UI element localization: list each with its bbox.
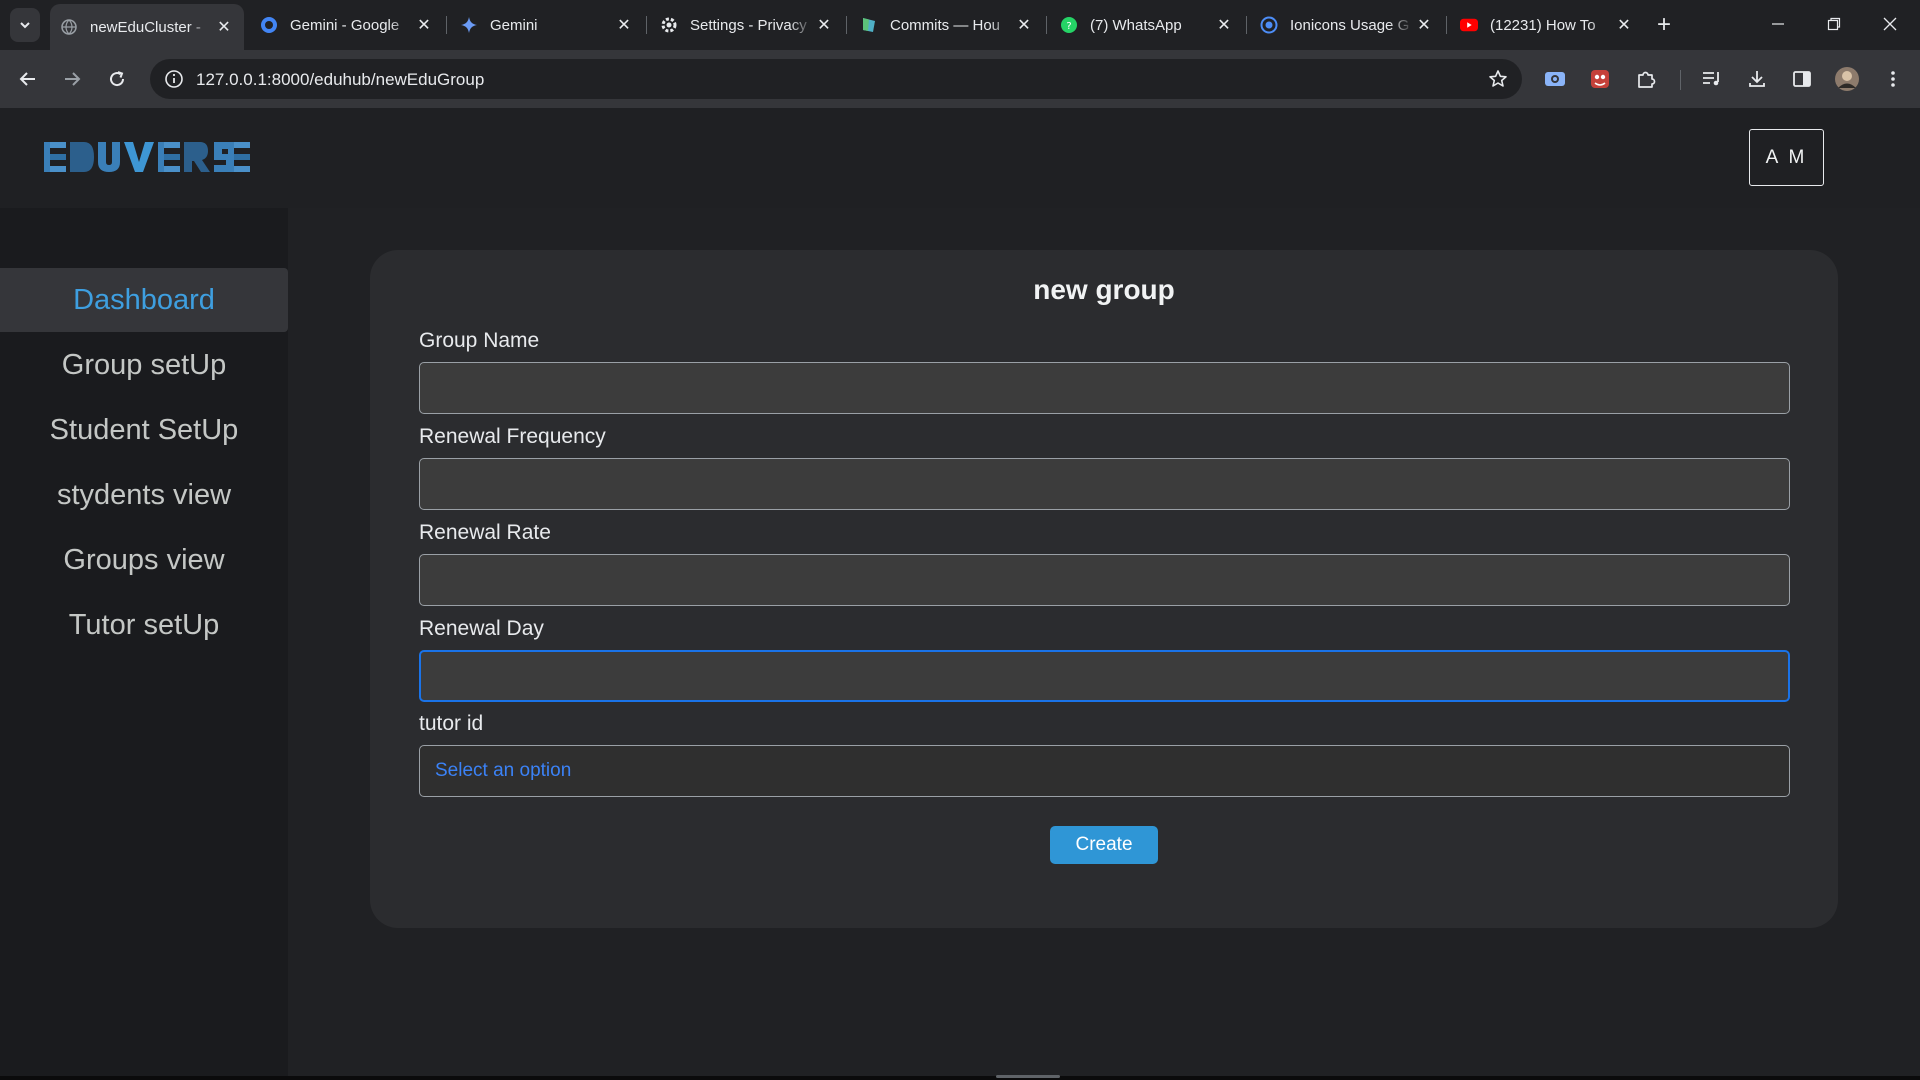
group-name-input[interactable] — [419, 362, 1790, 414]
tab-title: Settings - Privacy — [690, 16, 807, 34]
tab-title: Commits — Hou — [890, 16, 1001, 34]
address-bar[interactable]: 127.0.0.1:8000/eduhub/newEduGroup — [150, 59, 1522, 99]
close-tab-icon[interactable]: ✕ — [614, 15, 634, 35]
tab-separator — [1246, 16, 1247, 34]
close-tab-icon[interactable]: ✕ — [1214, 15, 1234, 35]
taskbar-edge — [0, 1076, 1920, 1080]
taskbar-notch — [996, 1075, 1060, 1078]
tab-settings-privacy[interactable]: Settings - Privacy ✕ — [650, 6, 844, 44]
browser-tab-strip: newEduCluster - ✕ Gemini - Google ✕ Gemi… — [0, 0, 1920, 50]
close-icon — [1883, 17, 1897, 31]
back-button[interactable] — [12, 63, 44, 95]
media-controls-icon[interactable] — [1696, 63, 1728, 95]
close-tab-icon[interactable]: ✕ — [814, 15, 834, 35]
tab-neweducluster[interactable]: newEduCluster - ✕ — [50, 4, 244, 50]
sidebar-item-students-view[interactable]: stydents view — [0, 463, 288, 527]
group-name-label: Group Name — [419, 329, 540, 352]
user-avatar-button[interactable]: A M — [1749, 129, 1824, 186]
tab-separator — [646, 16, 647, 34]
tab-title: newEduCluster - — [90, 18, 201, 36]
tab-title: (7) WhatsApp — [1090, 16, 1182, 34]
reload-icon — [110, 71, 125, 87]
tab-separator — [1046, 16, 1047, 34]
reload-button[interactable] — [101, 63, 133, 95]
new-tab-button[interactable]: + — [1650, 11, 1678, 39]
google-icon — [260, 16, 278, 34]
tab-commits[interactable]: Commits — Hou ✕ — [850, 6, 1044, 44]
sidebar-item-groups-view[interactable]: Groups view — [0, 528, 288, 592]
sidebar-item-dashboard[interactable]: Dashboard — [0, 268, 288, 332]
tab-title: (12231) How To — [1490, 16, 1596, 34]
new-group-form-card: new group Group Name Renewal Frequency R… — [370, 250, 1838, 928]
renewal-rate-input[interactable] — [419, 554, 1790, 606]
tab-separator — [1446, 16, 1447, 34]
more-options-icon[interactable] — [1877, 63, 1909, 95]
minimize-button[interactable] — [1758, 8, 1798, 40]
tab-gemini-google[interactable]: Gemini - Google ✕ — [250, 6, 444, 44]
tutor-id-label: tutor id — [419, 712, 484, 735]
screen-capture-extension-icon[interactable] — [1539, 63, 1571, 95]
youtube-icon — [1460, 16, 1478, 34]
whatsapp-icon: ? — [1060, 16, 1078, 34]
app-root: A M Dashboard Group setUp Student SetUp … — [0, 108, 1920, 1078]
toolbar-divider — [1680, 70, 1681, 90]
form-title: new group — [1033, 274, 1175, 305]
renewal-frequency-label: Renewal Frequency — [419, 425, 606, 448]
browser-toolbar: 127.0.0.1:8000/eduhub/newEduGroup — [0, 50, 1920, 108]
restore-button[interactable] — [1814, 8, 1854, 40]
sidebar: Dashboard Group setUp Student SetUp styd… — [0, 208, 288, 1078]
renewal-day-label: Renewal Day — [419, 617, 544, 640]
gear-icon — [660, 16, 678, 34]
tab-search-button[interactable] — [10, 8, 40, 42]
tab-gemini[interactable]: Gemini ✕ — [450, 6, 644, 44]
close-tab-icon[interactable]: ✕ — [1414, 15, 1434, 35]
sidebar-item-student-setup[interactable]: Student SetUp — [0, 398, 288, 462]
forward-button[interactable] — [56, 63, 88, 95]
gemini-sparkle-icon — [460, 16, 478, 34]
bookmark-star-icon[interactable] — [1486, 67, 1510, 91]
eduverse-logo[interactable] — [44, 142, 250, 172]
tab-separator — [846, 16, 847, 34]
extensions-puzzle-icon[interactable] — [1630, 63, 1662, 95]
renewal-day-input[interactable] — [419, 650, 1790, 702]
side-panel-icon[interactable] — [1786, 63, 1818, 95]
tab-title: Gemini - Google — [290, 16, 400, 34]
profile-avatar-icon[interactable] — [1831, 63, 1863, 95]
close-window-button[interactable] — [1870, 8, 1910, 40]
close-tab-icon[interactable]: ✕ — [1014, 15, 1034, 35]
close-tab-icon[interactable]: ✕ — [214, 17, 234, 37]
tutor-id-selected-value: Select an option — [435, 760, 572, 781]
renewal-rate-label: Renewal Rate — [419, 521, 551, 544]
chevron-down-icon — [20, 22, 30, 29]
tab-title: Ionicons Usage G — [1290, 16, 1410, 34]
commits-icon — [860, 16, 878, 34]
tab-separator — [446, 16, 447, 34]
url-text: 127.0.0.1:8000/eduhub/newEduGroup — [196, 70, 485, 89]
sidebar-item-group-setup[interactable]: Group setUp — [0, 333, 288, 397]
download-icon[interactable] — [1741, 63, 1773, 95]
tab-whatsapp[interactable]: ? (7) WhatsApp ✕ — [1050, 6, 1244, 44]
close-tab-icon[interactable]: ✕ — [1614, 15, 1634, 35]
site-info-icon[interactable] — [162, 67, 186, 91]
restore-icon — [1827, 17, 1841, 31]
tutor-id-select[interactable]: Select an option — [419, 745, 1790, 797]
create-button[interactable]: Create — [1050, 826, 1158, 864]
arrow-left-icon — [19, 72, 35, 86]
tab-youtube[interactable]: (12231) How To ✕ — [1450, 6, 1644, 44]
renewal-frequency-input[interactable] — [419, 458, 1790, 510]
svg-text:?: ? — [1066, 21, 1071, 32]
bug-extension-icon[interactable] — [1584, 63, 1616, 95]
globe-icon — [60, 18, 78, 36]
tab-ionicons[interactable]: Ionicons Usage G ✕ — [1250, 6, 1444, 44]
minimize-icon — [1772, 23, 1784, 25]
sidebar-item-tutor-setup[interactable]: Tutor setUp — [0, 593, 288, 657]
tab-title: Gemini — [490, 16, 538, 34]
arrow-right-icon — [65, 72, 81, 86]
app-header: A M — [0, 108, 1920, 208]
close-tab-icon[interactable]: ✕ — [414, 15, 434, 35]
ionicons-icon — [1260, 16, 1278, 34]
